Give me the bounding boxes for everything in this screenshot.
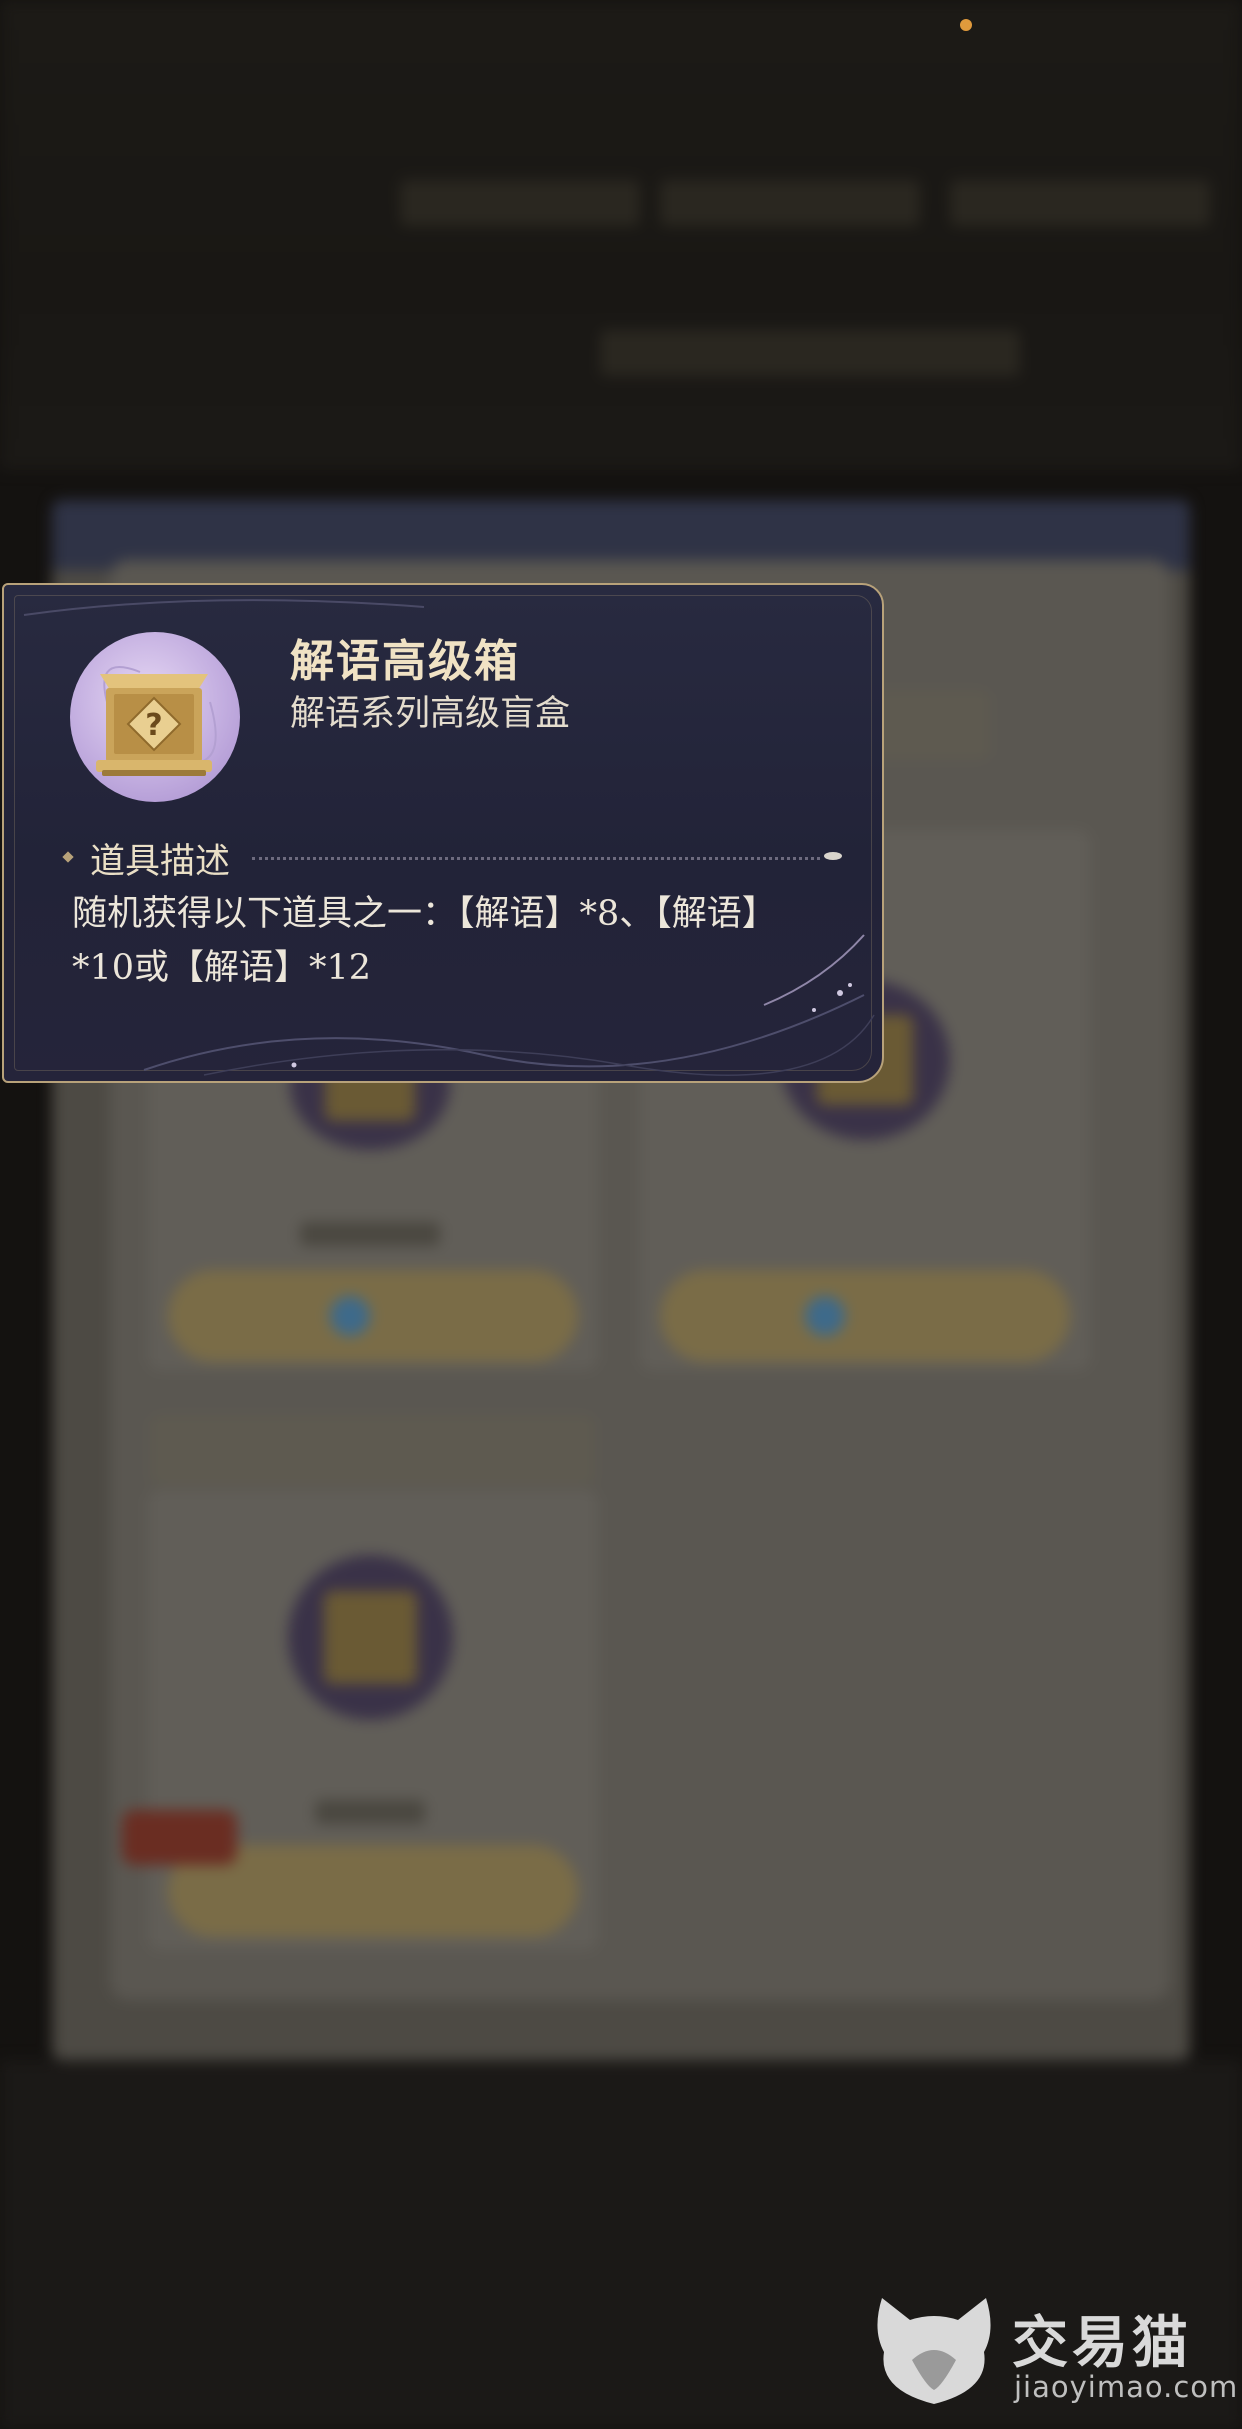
item-subtitle: 解语系列高级盲盒 [290,694,571,734]
background-price-button [660,1270,1070,1362]
notification-dot [960,19,972,31]
item-description: 随机获得以下道具之一：【解语】*8、【解语】*10或【解语】*12 [72,894,777,988]
background-shop-scene [0,0,1242,2429]
item-tooltip: ? 解语高级箱 解语系列高级盲盒 道具描述 随机获得以下道具之一：【解语】*8、… [2,583,884,1083]
item-name: 解语高级箱 [290,636,520,687]
background-tab [400,180,640,226]
background-currency-icon [805,1296,845,1336]
background-card-header [150,1415,595,1485]
divider-end-ornament [824,852,842,860]
golden-mystery-box-icon: ? [96,666,217,776]
watermark: 交易猫 jiaoyimao.com [872,2290,1237,2410]
watermark-brand-en: jiaoyimao.com [1014,2370,1239,2404]
cat-logo-icon [877,2298,991,2404]
svg-text:?: ? [145,708,162,743]
section-header: 道具描述 [62,833,844,883]
background-item-circle [288,1555,453,1720]
item-icon-circle: ? [70,632,240,802]
background-currency-icon [330,1296,370,1336]
background-label [315,1800,425,1824]
background-label [300,1222,440,1246]
section-title: 道具描述 [90,842,231,882]
background-tab [950,180,1210,226]
background-discount-badge [122,1810,237,1865]
background-price-button [168,1270,578,1362]
dotted-divider [252,857,820,860]
diamond-bullet-icon [62,851,74,863]
background-top-area [0,0,1242,470]
watermark-brand-cn: 交易猫 [1012,2311,1192,2376]
background-bar [600,330,1020,376]
background-tab [660,180,920,226]
